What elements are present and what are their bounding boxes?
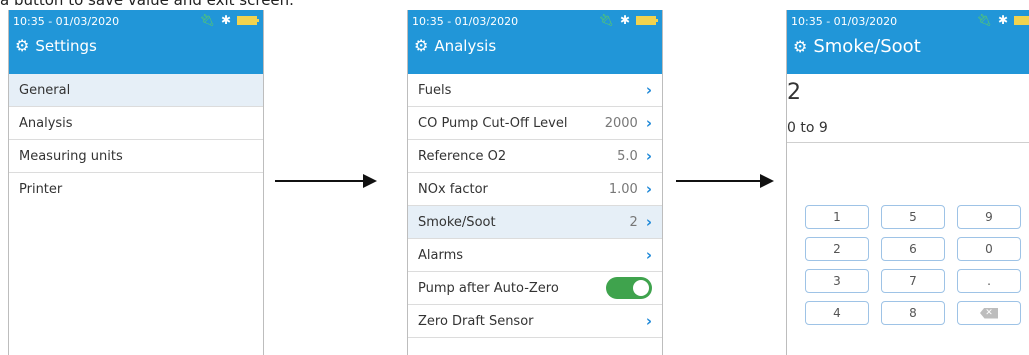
list-item-alarms[interactable]: Alarms › [408, 239, 662, 272]
bluetooth-icon: ✱ [220, 13, 231, 27]
list-item-label: Analysis [19, 115, 73, 131]
list-item-value: 1.00 [608, 181, 638, 197]
page-title: Analysis [434, 37, 497, 55]
key-0[interactable]: 0 [957, 237, 1021, 261]
key-6[interactable]: 6 [881, 237, 945, 261]
chevron-right-icon: › [645, 81, 652, 99]
list-item-value: 5.0 [617, 148, 638, 164]
plug-icon: 🔌︎ [598, 13, 614, 27]
title-row: ⚙ Settings [15, 37, 97, 55]
settings-list: General Analysis Measuring units Printer [9, 74, 263, 205]
key-dot[interactable]: . [957, 269, 1021, 293]
toggle-knob [633, 280, 649, 296]
header: 10:35 - 01/03/2020 🔌︎ ✱ ⚙ Smoke/Soot [787, 10, 1029, 74]
status-time: 10:35 - 01/03/2020 [791, 15, 898, 28]
list-item-value: 2000 [604, 115, 638, 131]
list-item-measuring-units[interactable]: Measuring units [9, 140, 263, 173]
gear-icon: ⚙ [793, 36, 808, 56]
gear-icon: ⚙ [414, 36, 429, 55]
list-item-analysis[interactable]: Analysis [9, 107, 263, 140]
key-3[interactable]: 3 [805, 269, 869, 293]
list-item-printer[interactable]: Printer [9, 173, 263, 205]
chevron-right-icon: › [645, 114, 652, 132]
chevron-right-icon: › [645, 180, 652, 198]
list-item-label: Fuels [418, 82, 452, 98]
chevron-right-icon: › [645, 213, 652, 231]
battery-icon [237, 15, 259, 25]
list-item-reference-o2[interactable]: Reference O2 5.0 › [408, 140, 662, 173]
list-item-smoke-soot[interactable]: Smoke/Soot 2 › [408, 206, 662, 239]
backspace-icon: ✕ [980, 307, 998, 319]
list-item-label: Smoke/Soot [418, 214, 496, 230]
title-row: ⚙ Smoke/Soot [793, 36, 921, 57]
chevron-right-icon: › [645, 312, 652, 330]
key-2[interactable]: 2 [805, 237, 869, 261]
list-item-label: Zero Draft Sensor [418, 313, 534, 329]
key-8[interactable]: 8 [881, 301, 945, 325]
list-item-fuels[interactable]: Fuels › [408, 74, 662, 107]
list-item-zero-draft-sensor[interactable]: Zero Draft Sensor › [408, 305, 662, 338]
list-item-pump-after-auto-zero: Pump after Auto-Zero [408, 272, 662, 305]
list-item-label: NOx factor [418, 181, 488, 197]
list-item-co-pump-cutoff[interactable]: CO Pump Cut-Off Level 2000 › [408, 107, 662, 140]
key-9[interactable]: 9 [957, 205, 1021, 229]
list-item-label: Pump after Auto-Zero [418, 280, 559, 296]
analysis-list: Fuels › CO Pump Cut-Off Level 2000 › Ref… [408, 74, 662, 338]
page-title: Settings [35, 37, 97, 55]
title-row: ⚙ Analysis [414, 37, 496, 55]
bluetooth-icon: ✱ [997, 13, 1008, 27]
key-1[interactable]: 1 [805, 205, 869, 229]
keypad: 1 5 9 2 6 0 3 7 . 4 8 ✕ [805, 205, 1021, 325]
page-title: Smoke/Soot [813, 36, 921, 57]
value-input[interactable]: 2 [787, 80, 801, 105]
status-icons: 🔌︎ ✱ [199, 13, 259, 27]
list-item-label: Measuring units [19, 148, 123, 164]
backspace-key[interactable]: ✕ [957, 301, 1021, 325]
battery-icon [1014, 15, 1029, 25]
status-time: 10:35 - 01/03/2020 [13, 15, 120, 28]
battery-icon [636, 15, 658, 25]
status-time: 10:35 - 01/03/2020 [412, 15, 519, 28]
status-icons: 🔌︎ ✱ [977, 13, 1029, 27]
pump-auto-zero-toggle[interactable] [606, 277, 652, 299]
key-5[interactable]: 5 [881, 205, 945, 229]
status-icons: 🔌︎ ✱ [598, 13, 658, 27]
analysis-screen: 10:35 - 01/03/2020 🔌︎ ✱ ⚙ Analysis Fuels… [407, 10, 663, 355]
list-item-label: Reference O2 [418, 148, 507, 164]
smoke-soot-screen: 10:35 - 01/03/2020 🔌︎ ✱ ⚙ Smoke/Soot 2 0… [786, 10, 1029, 355]
caption-text: a button to save value and exit screen. [0, 0, 294, 9]
list-item-label: Printer [19, 181, 63, 197]
header: 10:35 - 01/03/2020 🔌︎ ✱ ⚙ Analysis [408, 10, 662, 74]
list-item-general[interactable]: General [9, 74, 263, 107]
plug-icon: 🔌︎ [976, 13, 992, 27]
bluetooth-icon: ✱ [619, 13, 630, 27]
list-item-nox-factor[interactable]: NOx factor 1.00 › [408, 173, 662, 206]
flow-arrow [676, 174, 774, 188]
key-7[interactable]: 7 [881, 269, 945, 293]
list-item-label: CO Pump Cut-Off Level [418, 115, 568, 131]
range-hint: 0 to 9 [787, 120, 1029, 143]
settings-screen: 10:35 - 01/03/2020 🔌︎ ✱ ⚙ Settings Gener… [8, 10, 264, 355]
chevron-right-icon: › [645, 246, 652, 264]
list-item-label: General [19, 82, 71, 98]
chevron-right-icon: › [645, 147, 652, 165]
list-item-value: 2 [629, 214, 638, 230]
header: 10:35 - 01/03/2020 🔌︎ ✱ ⚙ Settings [9, 10, 263, 74]
plug-icon: 🔌︎ [199, 13, 215, 27]
list-item-label: Alarms [418, 247, 464, 263]
gear-icon: ⚙ [15, 36, 30, 55]
key-4[interactable]: 4 [805, 301, 869, 325]
flow-arrow [275, 174, 377, 188]
